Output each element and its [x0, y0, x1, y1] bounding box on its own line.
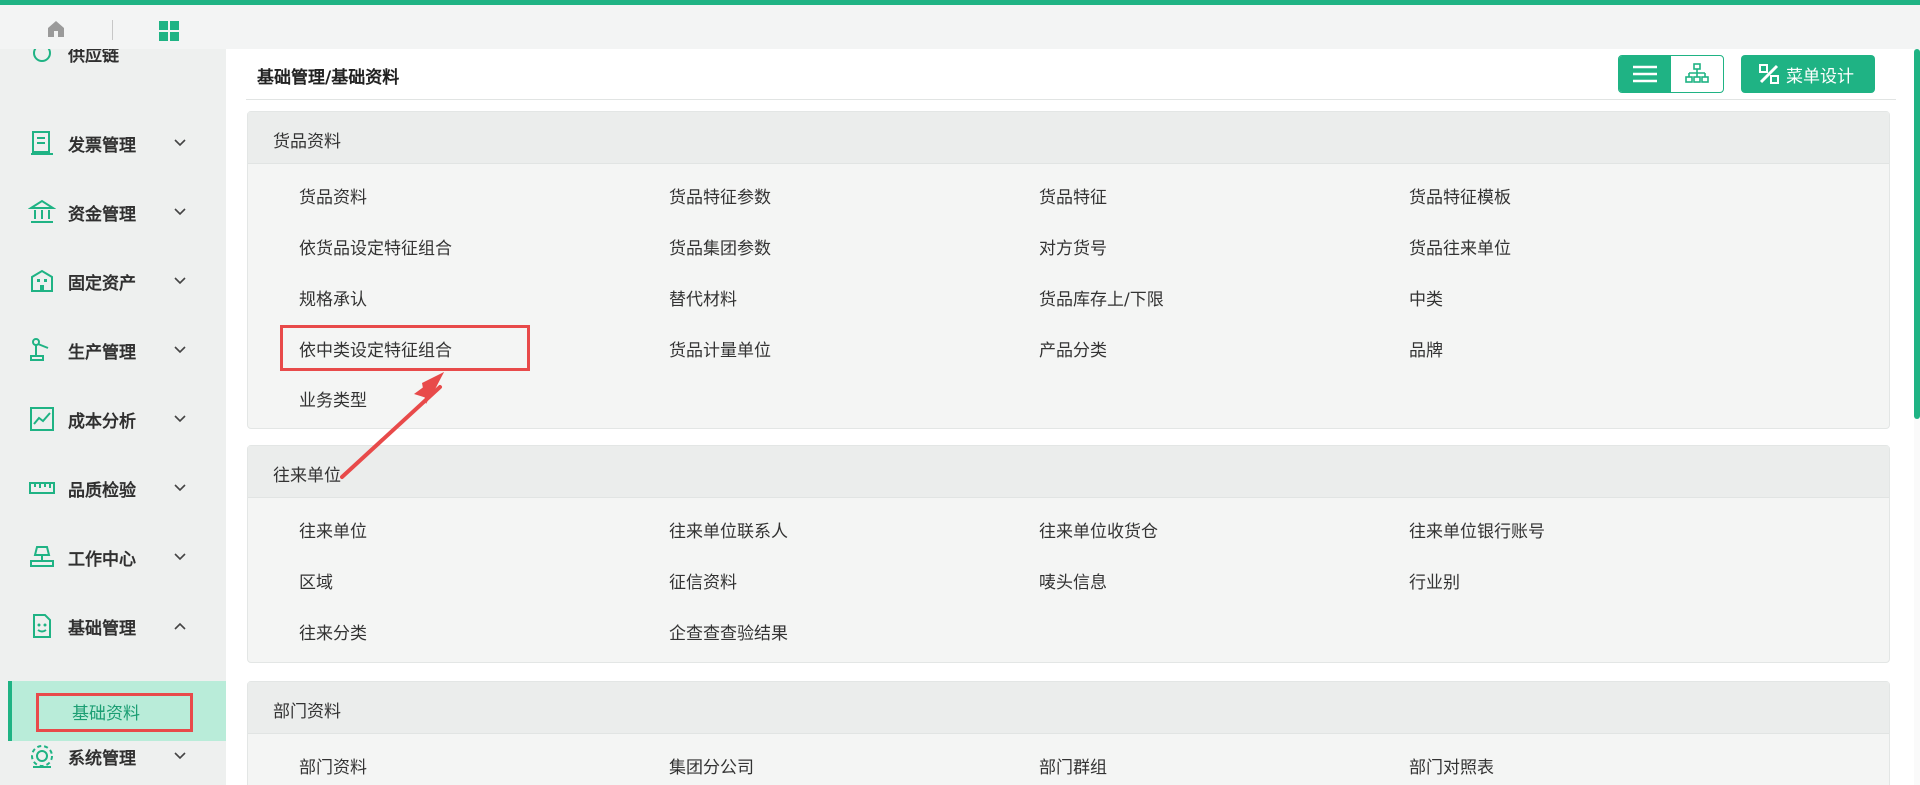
link-goods-partner[interactable]: 货品往来单位: [1409, 234, 1511, 259]
section-departments: 部门资料 部门资料 集团分公司 部门群组 部门对照表: [247, 681, 1890, 785]
sidebar-item-label: 工作中心: [68, 549, 136, 570]
supply-chain-icon: [33, 49, 51, 62]
sidebar-item-quality[interactable]: 品质检验: [0, 460, 226, 516]
sidebar-item-label: 资金管理: [68, 204, 136, 225]
chevron-down-icon: [174, 752, 186, 760]
sidebar-item-cost-analysis[interactable]: 成本分析: [0, 391, 226, 447]
link-group-branch[interactable]: 集团分公司: [669, 753, 754, 778]
chart-icon: [30, 407, 54, 431]
sidebar-item-label: 成本分析: [68, 411, 136, 432]
scrollbar-thumb[interactable]: [1914, 49, 1920, 419]
link-region[interactable]: 区域: [299, 568, 333, 593]
chevron-down-icon: [174, 139, 186, 147]
sidebar-item-invoice[interactable]: 发票管理: [0, 115, 226, 171]
menu-design-label: 菜单设计: [1786, 66, 1854, 87]
main-content: 基础管理/基础资料 菜单设计 货品资料 货品资料 货品特征参数 货品特征 货品特…: [226, 49, 1920, 785]
gear-icon: [31, 745, 53, 768]
link-department[interactable]: 部门资料: [299, 753, 367, 778]
link-goods-feature[interactable]: 货品特征: [1039, 183, 1107, 208]
link-partner-bank-account[interactable]: 往来单位银行账号: [1409, 517, 1545, 542]
section-goods: 货品资料 货品资料 货品特征参数 货品特征 货品特征模板 依货品设定特征组合 货…: [247, 111, 1890, 429]
link-substitute-material[interactable]: 替代材料: [669, 285, 737, 310]
link-brand[interactable]: 品牌: [1409, 336, 1443, 361]
link-partner[interactable]: 往来单位: [299, 517, 367, 542]
sidebar-item-production[interactable]: 生产管理: [0, 322, 226, 378]
link-goods-feature-template[interactable]: 货品特征模板: [1409, 183, 1511, 208]
link-counterpart-item-no[interactable]: 对方货号: [1039, 234, 1107, 259]
link-partner-warehouse[interactable]: 往来单位收货仓: [1039, 517, 1158, 542]
highlight-box: [36, 693, 193, 732]
link-credit-info[interactable]: 征信资料: [669, 568, 737, 593]
link-stock-limits[interactable]: 货品库存上/下限: [1039, 285, 1164, 310]
bank-icon: [28, 199, 56, 223]
ruler-icon: [29, 482, 55, 494]
chevron-down-icon: [174, 346, 186, 354]
link-product-category[interactable]: 产品分类: [1039, 336, 1107, 361]
chevron-down-icon: [174, 484, 186, 492]
org-tree-icon: [1685, 63, 1709, 83]
invoice-icon: [31, 131, 53, 155]
link-department-mapping[interactable]: 部门对照表: [1409, 753, 1494, 778]
sidebar: 供应链 发票管理 资金管理 固定资产 生产管理 成本分析 品质检验 工作中心 基…: [0, 49, 226, 785]
sidebar-item-label: 系统管理: [68, 748, 136, 769]
chevron-down-icon: [174, 553, 186, 561]
chevron-down-icon: [174, 415, 186, 423]
link-goods-group-params[interactable]: 货品集团参数: [669, 234, 771, 259]
design-tools-icon: [1759, 64, 1779, 84]
sidebar-item-funds[interactable]: 资金管理: [0, 184, 226, 240]
link-shipping-mark[interactable]: 唛头信息: [1039, 568, 1107, 593]
building-icon: [31, 269, 53, 292]
section-title: 部门资料: [273, 702, 341, 722]
sidebar-item-work-center[interactable]: 工作中心: [0, 529, 226, 585]
annotation-arrow: [340, 372, 444, 479]
link-spec-approval[interactable]: 规格承认: [299, 285, 367, 310]
link-goods-feature-combination[interactable]: 依货品设定特征组合: [299, 234, 452, 259]
sidebar-item-supply-chain[interactable]: 供应链: [0, 49, 226, 81]
chevron-up-icon: [174, 622, 186, 630]
chevron-down-icon: [174, 208, 186, 216]
sidebar-item-label: 供应链: [68, 49, 119, 66]
sidebar-item-basic-management[interactable]: 基础管理: [0, 598, 226, 654]
robot-arm-icon: [30, 338, 49, 361]
top-bar: [0, 5, 1920, 49]
sidebar-item-label: 品质检验: [68, 480, 136, 501]
link-goods-feature-params[interactable]: 货品特征参数: [669, 183, 771, 208]
view-toggle: [1618, 55, 1724, 93]
sidebar-item-label: 生产管理: [68, 342, 136, 363]
link-partner-category[interactable]: 往来分类: [299, 619, 367, 644]
section-header: 货品资料: [248, 112, 1889, 164]
section-header: 部门资料: [248, 682, 1889, 734]
divider: [246, 99, 1896, 100]
section-title: 货品资料: [273, 132, 341, 152]
chevron-down-icon: [174, 277, 186, 285]
link-industry[interactable]: 行业别: [1409, 568, 1460, 593]
sidebar-item-fixed-assets[interactable]: 固定资产: [0, 253, 226, 309]
link-middle-category[interactable]: 中类: [1409, 285, 1443, 310]
link-partner-contact[interactable]: 往来单位联系人: [669, 517, 788, 542]
workstation-icon: [30, 546, 54, 567]
breadcrumb: 基础管理/基础资料: [257, 68, 400, 88]
apps-grid-icon[interactable]: [158, 20, 180, 42]
sidebar-item-label: 固定资产: [68, 273, 136, 294]
list-icon: [1633, 65, 1657, 83]
divider: [112, 20, 113, 40]
section-header: 往来单位: [248, 446, 1889, 498]
document-icon: [33, 614, 51, 638]
sidebar-item-label: 发票管理: [68, 135, 136, 156]
sidebar-item-system[interactable]: 系统管理: [0, 728, 226, 784]
tree-view-button[interactable]: [1671, 56, 1723, 92]
link-goods-unit[interactable]: 货品计量单位: [669, 336, 771, 361]
link-department-group[interactable]: 部门群组: [1039, 753, 1107, 778]
list-view-button[interactable]: [1619, 56, 1671, 92]
menu-design-button[interactable]: 菜单设计: [1741, 55, 1875, 93]
section-partners: 往来单位 往来单位 往来单位联系人 往来单位收货仓 往来单位银行账号 区域 征信…: [247, 445, 1890, 663]
home-icon[interactable]: [46, 19, 66, 39]
link-qichacha-result[interactable]: 企查查查验结果: [669, 619, 788, 644]
link-goods[interactable]: 货品资料: [299, 183, 367, 208]
sidebar-item-label: 基础管理: [68, 618, 136, 639]
